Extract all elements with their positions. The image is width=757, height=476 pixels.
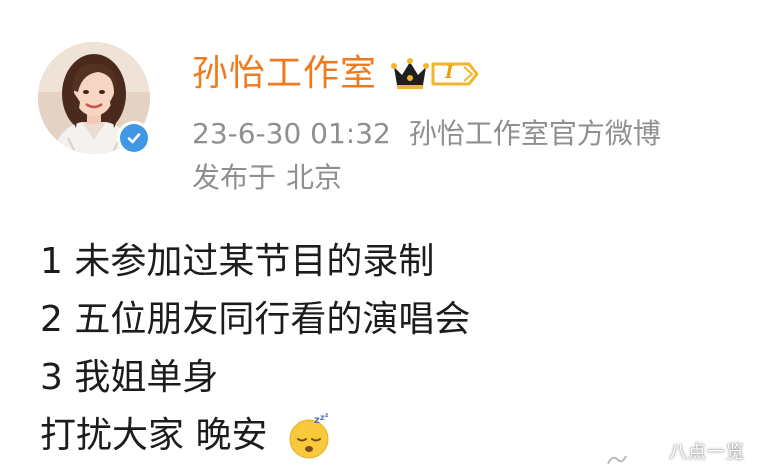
post-location: 发布于 北京 <box>192 158 342 198</box>
crown-icon[interactable] <box>391 57 430 91</box>
svg-text:z: z <box>325 413 329 419</box>
level-badge[interactable]: I <box>431 61 479 87</box>
published-label: 发布于 <box>192 161 277 194</box>
level-badge-icon <box>431 62 479 86</box>
post-timestamp[interactable]: 23-6-30 01:32 <box>192 117 391 150</box>
post-meta: 23-6-30 01:32 孙怡工作室官方微博 <box>192 114 661 154</box>
watermark: 八点一览 <box>669 442 745 463</box>
level-badge-text: I <box>445 62 454 83</box>
watermark-logo-icon <box>607 455 627 465</box>
content-line: 2 五位朋友同行看的演唱会 <box>40 299 471 340</box>
avatar-container[interactable] <box>38 42 156 160</box>
post-source[interactable]: 孙怡工作室官方微博 <box>409 117 661 150</box>
post-content: 1 未参加过某节目的录制 2 五位朋友同行看的演唱会 3 我姐单身 打扰大家 晚… <box>40 233 470 465</box>
verified-badge <box>117 121 151 155</box>
verified-check-icon <box>120 124 148 152</box>
weibo-post: 孙怡工作室 I 23-6-30 01:32 孙怡工作室官方微博 发布于 北京 1 未… <box>0 0 757 476</box>
author-row: 孙怡工作室 I <box>192 48 479 100</box>
content-line: 打扰大家 晚安 <box>40 415 268 456</box>
content-line: 3 我姐单身 <box>40 357 219 398</box>
location-text: 北京 <box>286 161 343 194</box>
sleeping-face-emoji-icon: z z z <box>289 413 329 459</box>
author-name[interactable]: 孙怡工作室 <box>192 48 377 100</box>
content-line: 1 未参加过某节目的录制 <box>40 241 435 282</box>
content-last-line: 打扰大家 晚安 z z z <box>40 407 470 465</box>
